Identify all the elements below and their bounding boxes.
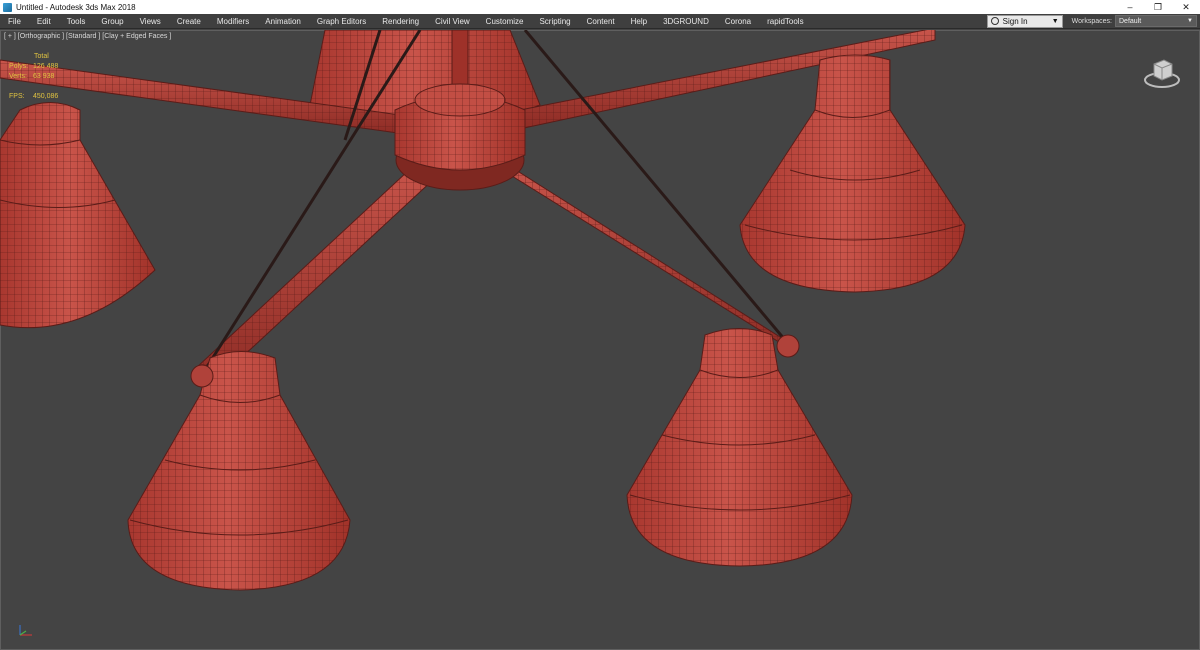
sign-in-dropdown[interactable]: Sign In ▼: [986, 14, 1063, 28]
menu-create[interactable]: Create: [169, 17, 209, 26]
workspaces-select[interactable]: Default ▼: [1115, 15, 1197, 27]
lamp-shade-right[interactable]: [739, 54, 966, 293]
close-button[interactable]: ✕: [1172, 0, 1200, 14]
axis-tripod-icon: [19, 625, 32, 636]
stats-total-label: Total: [34, 53, 49, 60]
stats-fps-label: FPS:: [9, 93, 25, 100]
stats-polys-label: Polys:: [9, 63, 29, 70]
menu-edit[interactable]: Edit: [29, 17, 59, 26]
menu-content[interactable]: Content: [579, 17, 623, 26]
viewport-label-menu[interactable]: [ + ] [Orthographic ] [Standard ] [Clay …: [4, 33, 171, 40]
chandelier-model[interactable]: [0, 30, 1200, 650]
stats-fps-value: 450,086: [33, 93, 59, 100]
minimize-button[interactable]: –: [1116, 0, 1144, 14]
menu-customize[interactable]: Customize: [478, 17, 532, 26]
menu-graph-editors[interactable]: Graph Editors: [309, 17, 374, 26]
app-icon: [3, 2, 12, 12]
stats-fps-row: FPS: 450,086: [9, 92, 58, 102]
lamp-shade-front-left[interactable]: [127, 351, 351, 591]
workspaces-label: Workspaces:: [1071, 17, 1112, 25]
window-title: Untitled - Autodesk 3ds Max 2018: [16, 2, 136, 12]
stats-verts-label: Verts:: [9, 73, 27, 80]
stats-verts-row: Verts: 63 938: [9, 72, 58, 82]
title-bar: Untitled - Autodesk 3ds Max 2018 – ❐ ✕: [0, 0, 1200, 14]
menu-bar: File Edit Tools Group Views Create Modif…: [0, 14, 1200, 29]
chandelier-arm-front-left[interactable]: [195, 157, 436, 386]
menu-group[interactable]: Group: [93, 17, 131, 26]
chevron-down-icon: ▼: [1051, 17, 1059, 25]
menu-scripting[interactable]: Scripting: [531, 17, 578, 26]
workspace-value: Default: [1119, 17, 1142, 25]
menu-tools[interactable]: Tools: [59, 17, 94, 26]
sign-in-label: Sign In: [1002, 16, 1028, 26]
stats-polys-row: Polys: 126 488: [9, 62, 58, 72]
menu-rapidtools[interactable]: rapidTools: [759, 17, 811, 26]
chevron-down-icon: ▼: [1187, 18, 1193, 24]
user-icon: [990, 17, 999, 25]
viewport-statistics: Total Polys: 126 488 Verts: 63 938 FPS: …: [9, 52, 58, 102]
stats-verts-value: 63 938: [33, 73, 55, 80]
window-controls: – ❐ ✕: [1116, 0, 1200, 14]
lamp-shade-front-right[interactable]: [626, 328, 853, 567]
menu-modifiers[interactable]: Modifiers: [209, 17, 257, 26]
viewcube-icon[interactable]: [1142, 52, 1182, 92]
lamp-shade-left[interactable]: [0, 102, 156, 329]
menu-rendering[interactable]: Rendering: [374, 17, 427, 26]
menu-file[interactable]: File: [0, 17, 29, 26]
menu-animation[interactable]: Animation: [257, 17, 309, 26]
stats-polys-value: 126 488: [33, 63, 59, 70]
menu-corona[interactable]: Corona: [717, 17, 759, 26]
menu-civil-view[interactable]: Civil View: [427, 17, 478, 26]
menu-views[interactable]: Views: [132, 17, 169, 26]
restore-button[interactable]: ❐: [1144, 0, 1172, 14]
menu-3dground[interactable]: 3DGROUND: [655, 17, 717, 26]
menu-help[interactable]: Help: [623, 17, 655, 26]
